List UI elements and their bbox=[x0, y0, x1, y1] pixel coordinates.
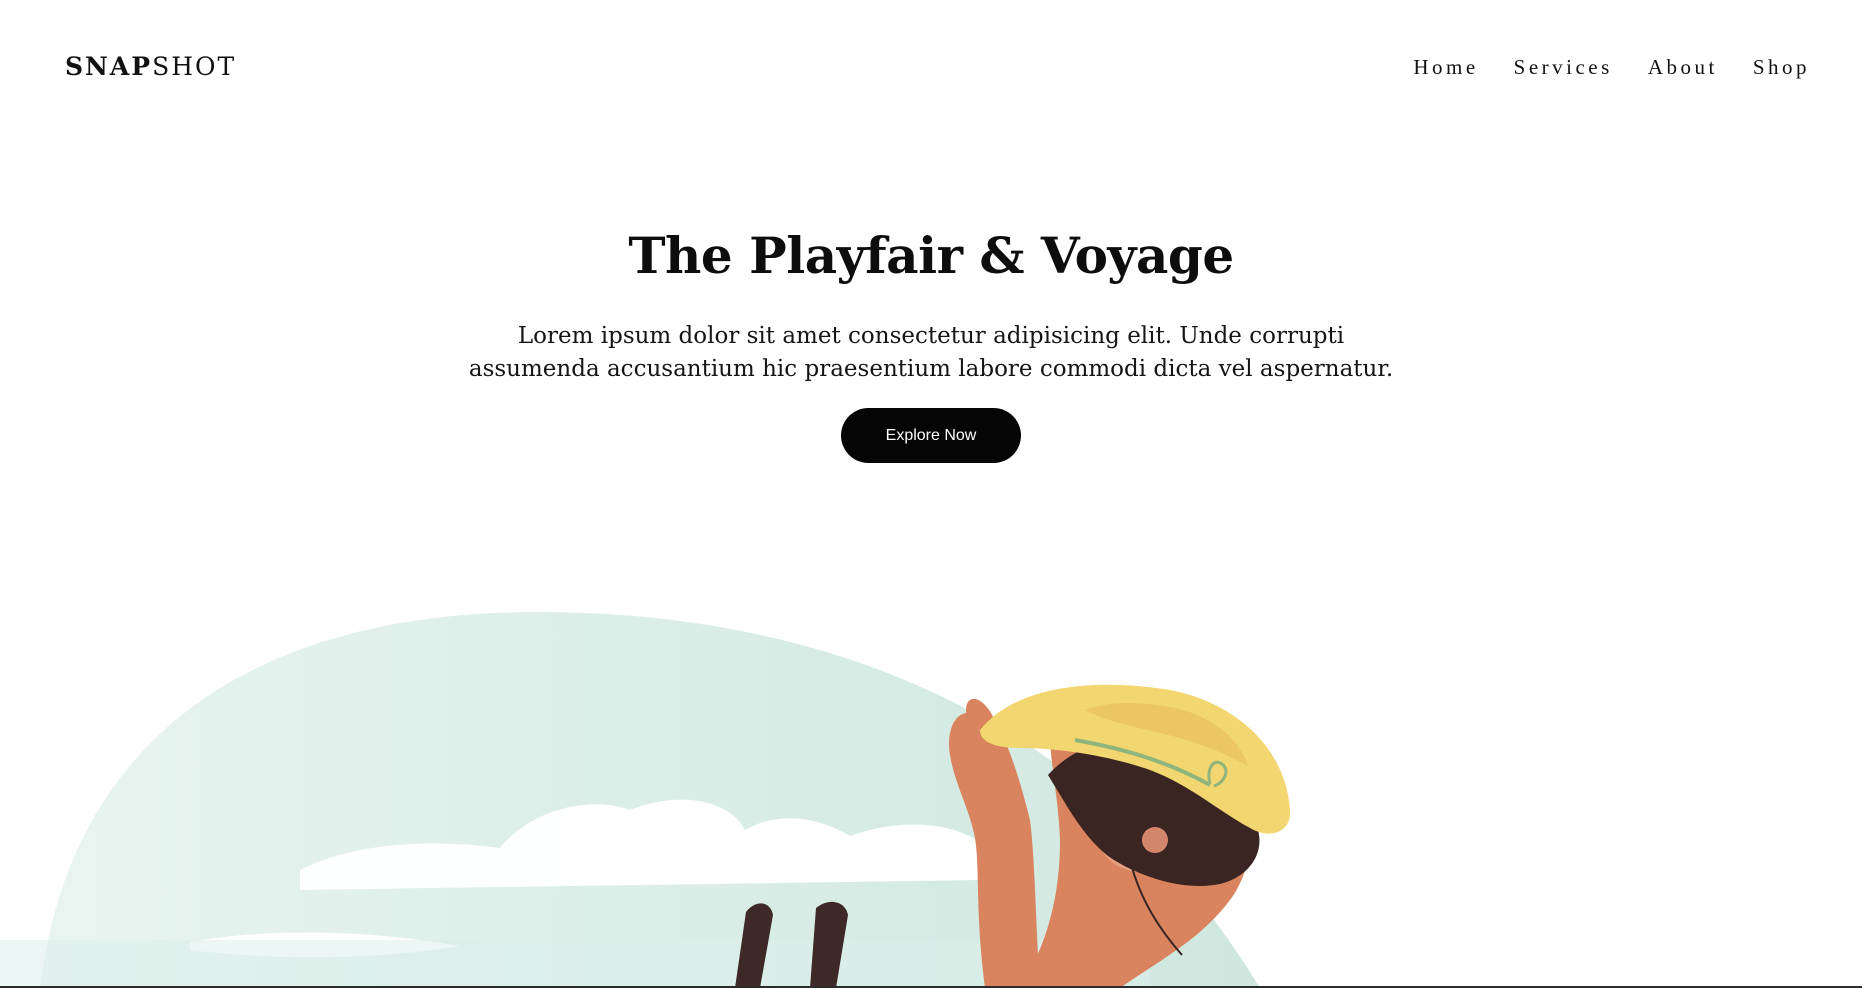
hero-description: Lorem ipsum dolor sit amet consectetur a… bbox=[468, 323, 1394, 382]
hero-title: The Playfair & Voyage bbox=[628, 226, 1234, 285]
sea-band bbox=[0, 940, 1150, 988]
nav-shop-link[interactable]: Shop bbox=[1753, 55, 1810, 80]
main-nav: Home Services About Shop bbox=[1378, 55, 1810, 80]
hero-section: The Playfair & Voyage Lorem ipsum dolor … bbox=[0, 220, 1862, 463]
nav-about-link[interactable]: About bbox=[1648, 55, 1718, 80]
ear bbox=[1142, 827, 1168, 853]
logo-light-text: SHOT bbox=[152, 52, 237, 81]
hero-illustration bbox=[0, 560, 1862, 988]
nav-services-link[interactable]: Services bbox=[1514, 55, 1613, 80]
site-logo[interactable]: SNAPSHOT bbox=[65, 52, 236, 81]
woman-with-sun-hat-icon bbox=[0, 611, 1291, 988]
nav-home-link[interactable]: Home bbox=[1413, 55, 1478, 80]
explore-now-button[interactable]: Explore Now bbox=[841, 408, 1021, 463]
logo-bold-text: SNAP bbox=[65, 52, 153, 81]
site-header: SNAPSHOT Home Services About Shop bbox=[0, 0, 1862, 140]
